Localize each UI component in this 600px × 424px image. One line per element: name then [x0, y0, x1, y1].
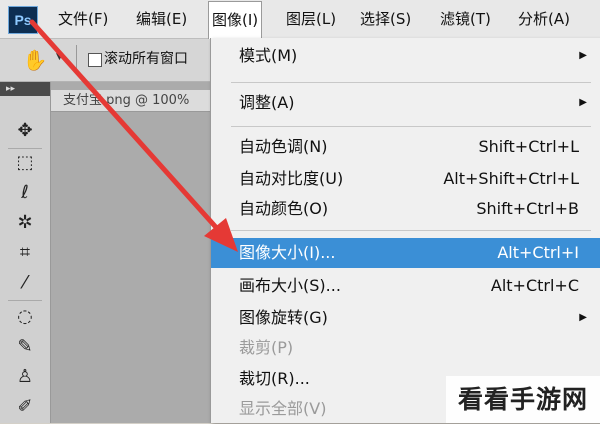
menu-item-label: 画布大小(S)...: [239, 276, 341, 295]
menu-item-label: 模式(M): [239, 46, 298, 65]
document-tab[interactable]: 支付宝.png @ 100%: [51, 90, 211, 112]
photoshop-logo[interactable]: Ps: [8, 6, 38, 34]
submenu-arrow-icon: ▶: [579, 50, 587, 61]
menu-item-shortcut: Alt+Ctrl+I: [497, 243, 579, 262]
menu-edit[interactable]: 编辑(E): [136, 0, 187, 38]
menu-bar: Ps 文件(F) 编辑(E) 图像(I) 图层(L) 选择(S) 滤镜(T) 分…: [0, 0, 600, 39]
menu-filter[interactable]: 滤镜(T): [440, 0, 491, 38]
menu-item-shortcut: Shift+Ctrl+B: [476, 199, 579, 218]
watermark: 看看手游网: [446, 376, 600, 423]
menu-file[interactable]: 文件(F): [58, 0, 108, 38]
menu-item-label: 图像大小(I)...: [239, 243, 336, 262]
menu-item-shortcut: Shift+Ctrl+L: [478, 137, 579, 156]
menu-layer[interactable]: 图层(L): [286, 0, 336, 38]
menu-item-label: 图像旋转(G): [239, 308, 328, 327]
menu-item-crop: 裁剪(P): [211, 333, 600, 363]
stamp-tool-icon[interactable]: ♙: [12, 364, 38, 390]
menu-item-label: 裁切(R)...: [239, 369, 310, 388]
menu-item-image-size[interactable]: 图像大小(I)... Alt+Ctrl+I: [211, 238, 600, 268]
history-brush-tool-icon[interactable]: ✐: [12, 394, 38, 420]
tool-preset-dropdown-icon[interactable]: ▼: [56, 52, 63, 62]
tool-divider: [8, 148, 42, 149]
image-menu-dropdown: 模式(M) ▶ 调整(A) ▶ 自动色调(N) Shift+Ctrl+L 自动对…: [210, 38, 600, 423]
menu-item-adjustments[interactable]: 调整(A) ▶: [211, 88, 600, 118]
tool-divider: [8, 300, 42, 301]
tools-panel: ▸▸ ✥ ⬚ ℓ ✲ ⌗ ⁄ ◌ ✎ ♙ ✐: [0, 82, 51, 423]
menu-separator: [231, 230, 591, 231]
tools-panel-collapse-icon[interactable]: ▸▸: [0, 82, 50, 96]
menu-item-auto-tone[interactable]: 自动色调(N) Shift+Ctrl+L: [211, 132, 600, 162]
brush-tool-icon[interactable]: ✎: [12, 334, 38, 360]
marquee-tool-icon[interactable]: ⬚: [12, 150, 38, 176]
menu-item-label: 裁剪(P): [239, 338, 294, 357]
menu-item-auto-contrast[interactable]: 自动对比度(U) Alt+Shift+Ctrl+L: [211, 164, 600, 194]
menu-item-label: 自动对比度(U): [239, 169, 344, 188]
menu-item-shortcut: Alt+Ctrl+C: [490, 276, 579, 295]
menu-item-label: 调整(A): [239, 93, 295, 112]
spot-healing-tool-icon[interactable]: ◌: [12, 304, 38, 330]
eyedropper-tool-icon[interactable]: ⁄: [12, 270, 38, 296]
submenu-arrow-icon: ▶: [579, 97, 587, 108]
scroll-all-windows-label: 滚动所有窗口: [104, 51, 188, 67]
menu-item-label: 自动色调(N): [239, 137, 328, 156]
menu-item-shortcut: Alt+Shift+Ctrl+L: [443, 169, 579, 188]
menu-item-canvas-size[interactable]: 画布大小(S)... Alt+Ctrl+C: [211, 271, 600, 301]
hand-tool-icon[interactable]: ✋: [22, 47, 48, 73]
menu-item-mode[interactable]: 模式(M) ▶: [211, 41, 600, 71]
crop-tool-icon[interactable]: ⌗: [12, 240, 38, 266]
menu-image[interactable]: 图像(I): [208, 1, 263, 39]
menu-analysis[interactable]: 分析(A): [518, 0, 570, 38]
move-tool-icon[interactable]: ✥: [12, 118, 38, 144]
menu-item-label: 自动颜色(O): [239, 199, 329, 218]
menu-separator: [231, 126, 591, 127]
options-divider: [76, 45, 77, 75]
submenu-arrow-icon: ▶: [579, 312, 587, 323]
menu-select[interactable]: 选择(S): [360, 0, 411, 38]
document-area: 支付宝.png @ 100%: [51, 82, 211, 423]
menu-item-label: 显示全部(V): [239, 399, 327, 418]
magic-wand-tool-icon[interactable]: ✲: [12, 210, 38, 236]
menu-item-image-rotation[interactable]: 图像旋转(G) ▶: [211, 303, 600, 333]
menu-separator: [231, 82, 591, 83]
scroll-all-windows-checkbox[interactable]: [88, 53, 102, 67]
lasso-tool-icon[interactable]: ℓ: [12, 180, 38, 206]
menu-item-auto-color[interactable]: 自动颜色(O) Shift+Ctrl+B: [211, 194, 600, 224]
